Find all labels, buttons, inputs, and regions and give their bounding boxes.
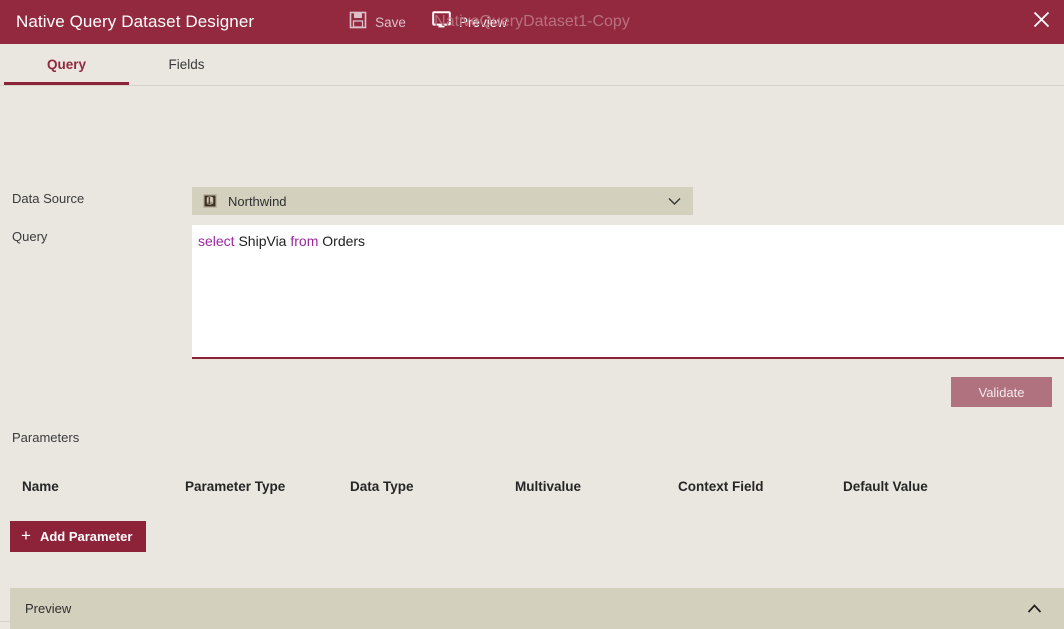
sql-identifier-orders: Orders [322,233,366,249]
preview-panel-label: Preview [25,601,72,616]
floppy-disk-icon [349,11,367,34]
column-header-parameter-type: Parameter Type [185,479,286,494]
sql-keyword-from: from [290,233,319,249]
close-icon [1033,11,1050,33]
chevron-down-icon[interactable] [668,197,681,206]
column-header-data-type: Data Type [350,479,414,494]
save-button[interactable]: Save [347,8,408,37]
validate-button[interactable]: Validate [951,377,1052,407]
data-source-dropdown[interactable]: Northwind [192,187,693,215]
chevron-up-icon[interactable] [1027,603,1042,614]
column-header-context-field: Context Field [678,479,764,494]
query-label: Query [12,229,48,244]
main-content: Data Source Northwind Query select ShipV… [0,86,1064,622]
titlebar-actions: Save Preview [347,8,509,37]
sql-identifier-shipvia: ShipVia [238,233,287,249]
tab-query[interactable]: Query [4,44,129,85]
column-header-default-value: Default Value [843,479,928,494]
tab-fields[interactable]: Fields [129,44,244,85]
parameters-section-label: Parameters [12,430,80,445]
query-editor[interactable]: select ShipVia from Orders [192,225,1064,359]
tab-bar: Query Fields [0,44,1064,86]
column-header-name: Name [22,479,59,494]
column-header-multivalue: Multivalue [515,479,582,494]
database-icon [202,193,218,209]
preview-button[interactable]: Preview [430,8,509,36]
save-button-label: Save [375,14,406,30]
app-title: Native Query Dataset Designer [16,12,255,31]
parameters-table-header: Name Parameter Type Data Type Multivalue… [0,471,1064,506]
add-parameter-button[interactable]: + Add Parameter [10,521,147,552]
data-source-label: Data Source [12,191,85,206]
add-parameter-button-label: Add Parameter [39,529,133,544]
preview-button-label: Preview [458,14,507,30]
sql-keyword-select: select [198,233,235,249]
preview-panel-bar[interactable]: Preview [10,588,1064,629]
plus-icon: + [21,526,31,545]
parameters-table: Name Parameter Type Data Type Multivalue… [0,471,1064,506]
close-button[interactable] [1018,0,1064,44]
title-bar: Native Query Dataset Designer Save Previ… [0,0,1064,44]
monitor-icon [432,11,451,33]
data-source-value: Northwind [228,193,287,209]
